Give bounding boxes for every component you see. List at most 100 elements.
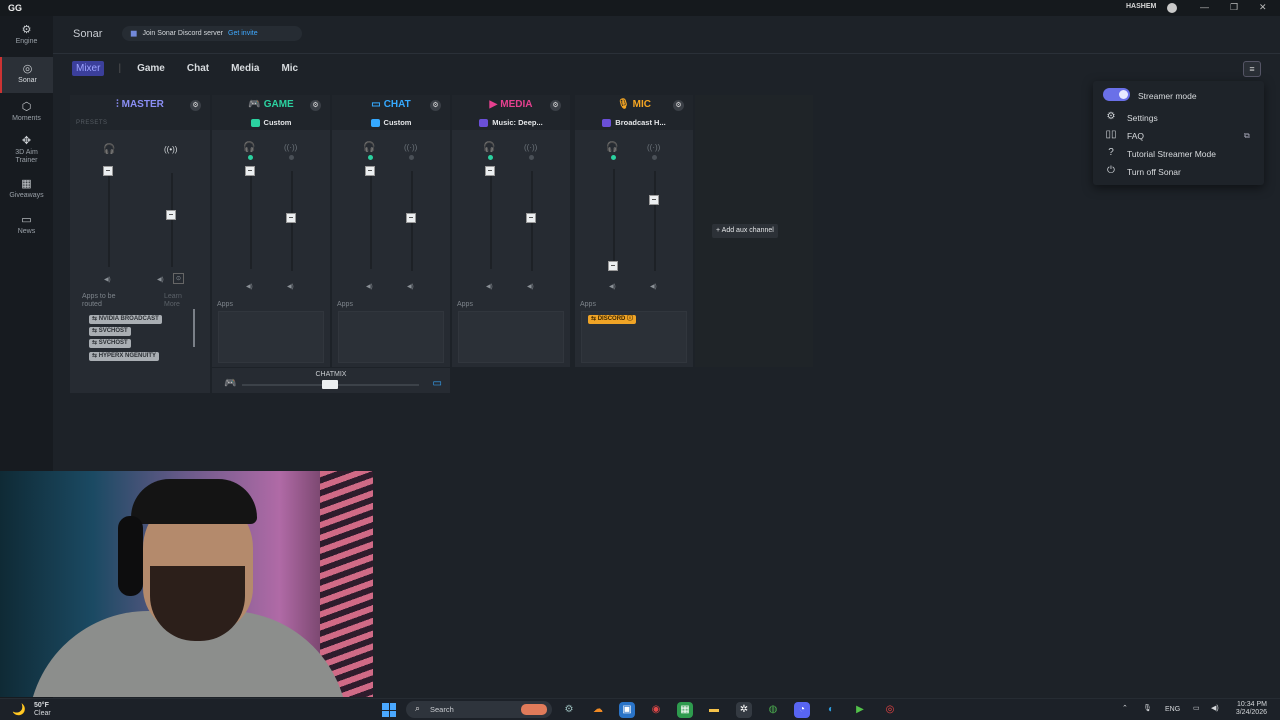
microphone-tray-icon[interactable]: 🎙	[1143, 704, 1152, 712]
apps-dropzone[interactable]	[218, 311, 324, 363]
excel-app-icon[interactable]: ▦	[677, 702, 693, 718]
master-headphone-slider[interactable]	[103, 166, 113, 176]
monitor-icon[interactable]: ⊙	[173, 273, 185, 284]
rail-item-engine[interactable]: ⚙ Engine	[0, 24, 53, 46]
chatmix-slider[interactable]	[322, 380, 338, 389]
headphones-icon[interactable]: 🎧	[606, 142, 618, 153]
start-button[interactable]	[382, 703, 396, 717]
add-aux-channel-button[interactable]: + Add aux channel	[712, 224, 778, 238]
mute-icon[interactable]: ◀)	[650, 283, 657, 290]
app-chip[interactable]: ⇆ SVCHOST	[89, 327, 131, 336]
app-chip[interactable]: ⇆ HYPERX NGENUITY	[89, 352, 160, 361]
rail-item-sonar[interactable]: ◎ Sonar	[0, 57, 53, 93]
menu-item-faq[interactable]: ▯▯ FAQ ⧉	[1093, 129, 1264, 143]
app-chip[interactable]: ⇆ SVCHOST	[89, 339, 131, 348]
mic-preset[interactable]: Broadcast H...	[575, 118, 693, 128]
discord-app-icon[interactable]: ◔	[794, 702, 810, 718]
chat-settings-icon[interactable]: ⚙	[430, 100, 441, 111]
master-settings-icon[interactable]: ⚙	[190, 100, 201, 111]
edge-app-icon[interactable]: ◐	[823, 702, 839, 718]
restore-icon[interactable]: ❐	[1230, 2, 1238, 13]
search-placeholder: Search	[430, 705, 454, 714]
headphones-icon[interactable]: 🎧	[363, 142, 375, 153]
opera-app-icon[interactable]: ◉	[648, 702, 664, 718]
media-preset[interactable]: Music: Deep...	[452, 118, 570, 128]
app-chip[interactable]: ⇆ NVIDIA BROADCAST	[89, 315, 162, 324]
tab-mixer[interactable]: Mixer	[72, 61, 105, 76]
controller-icon: 🎮	[224, 378, 237, 389]
game-settings-icon[interactable]: ⚙	[310, 100, 321, 111]
game-stream-slider[interactable]	[286, 213, 296, 223]
broadcast-icon[interactable]: ((·))	[404, 143, 417, 152]
game-headphone-slider[interactable]	[245, 166, 255, 176]
get-invite-link[interactable]: Get invite	[228, 30, 258, 37]
streamer-mode-toggle[interactable]	[1103, 88, 1130, 101]
avatar[interactable]	[1167, 3, 1177, 13]
discord-banner[interactable]: ◼ Join Sonar Discord server Get invite	[122, 26, 302, 41]
broadcast-icon[interactable]: ((·))	[524, 143, 537, 152]
chrome-app-icon[interactable]: ◍	[765, 702, 781, 718]
mute-icon[interactable]: ◀)	[407, 283, 414, 290]
learn-more-link[interactable]: Learn More	[164, 293, 194, 309]
rail-item-moments[interactable]: ⬡ Moments	[0, 101, 53, 123]
clock[interactable]: 10:34 PM 3/24/2026	[1225, 701, 1267, 717]
tab-media[interactable]: Media	[231, 63, 259, 74]
cloud-app-icon[interactable]: ☁	[590, 702, 606, 718]
mute-icon[interactable]: ◀)	[527, 283, 534, 290]
settings-app-icon[interactable]: ⚙	[561, 702, 577, 718]
broadcast-icon[interactable]: ((·))	[284, 143, 297, 152]
language-indicator[interactable]: ENG	[1165, 706, 1180, 713]
mute-icon[interactable]: ◀)	[246, 283, 253, 290]
apps-dropzone[interactable]	[458, 311, 564, 363]
taskbar-search[interactable]: ⌕ Search	[406, 701, 552, 718]
minimize-icon[interactable]: —	[1200, 2, 1209, 12]
mute-icon[interactable]: ◀)	[486, 283, 493, 290]
mic-headphone-slider[interactable]	[608, 261, 618, 271]
menu-item-settings[interactable]: ⚙ Settings	[1093, 111, 1264, 125]
headphones-icon[interactable]: 🎧	[103, 144, 115, 155]
mic-stream-slider[interactable]	[649, 195, 659, 205]
app-chip-discord[interactable]: ⇆ DISCORD ⓘ	[588, 315, 637, 324]
menu-button[interactable]: ≡	[1243, 61, 1261, 77]
apps-dropzone[interactable]	[338, 311, 444, 363]
mic-settings-icon[interactable]: ⚙	[673, 100, 684, 111]
mute-icon[interactable]: ◀)	[609, 283, 616, 290]
chat-stream-slider[interactable]	[406, 213, 416, 223]
rail-item-news[interactable]: ▭ News	[0, 214, 53, 236]
chat-headphone-slider[interactable]	[365, 166, 375, 176]
steelseries-app-icon[interactable]: ✲	[736, 702, 752, 718]
record-app-icon[interactable]: ◎	[882, 702, 898, 718]
apps-scrollbar[interactable]	[193, 309, 195, 347]
streamer-mode-toggle-row[interactable]: Streamer mode	[1093, 84, 1264, 106]
tray-overflow-icon[interactable]: ⌃	[1122, 704, 1128, 712]
rail-item-giveaways[interactable]: ▦ Giveaways	[0, 178, 53, 200]
mute-icon[interactable]: ◀)	[287, 283, 294, 290]
photos-app-icon[interactable]: ▣	[619, 702, 635, 718]
volume-icon[interactable]: ◀)	[1211, 704, 1219, 712]
tab-game[interactable]: Game	[137, 63, 165, 74]
chat-preset[interactable]: Custom	[332, 118, 450, 128]
menu-item-tutorial[interactable]: ? Tutorial Streamer Mode	[1093, 147, 1264, 161]
rail-item-aim-trainer[interactable]: ✥ 3D Aim Trainer	[0, 135, 53, 165]
network-icon[interactable]: ▭	[1193, 704, 1200, 712]
rail-label: 3D Aim Trainer	[15, 149, 38, 164]
mute-icon[interactable]: ◀)	[366, 283, 373, 290]
broadcast-icon[interactable]: ((·))	[647, 143, 660, 152]
play-app-icon[interactable]: ▶	[852, 702, 868, 718]
username[interactable]: HASHEM	[1126, 3, 1156, 10]
headphones-icon[interactable]: 🎧	[483, 142, 495, 153]
game-preset[interactable]: Custom	[212, 118, 330, 128]
broadcast-icon[interactable]: ((•))	[164, 145, 177, 154]
media-stream-slider[interactable]	[526, 213, 536, 223]
tab-chat[interactable]: Chat	[187, 63, 209, 74]
tab-mic[interactable]: Mic	[281, 63, 298, 74]
mute-icon[interactable]: ◀)	[104, 276, 111, 283]
master-stream-slider[interactable]	[166, 210, 176, 220]
media-settings-icon[interactable]: ⚙	[550, 100, 561, 111]
mute-icon[interactable]: ◀)	[157, 276, 164, 283]
file-explorer-icon[interactable]: ▬	[706, 702, 722, 718]
close-icon[interactable]: ✕	[1259, 2, 1267, 13]
headphones-icon[interactable]: 🎧	[243, 142, 255, 153]
media-headphone-slider[interactable]	[485, 166, 495, 176]
menu-item-turn-off[interactable]: ⏻ Turn off Sonar	[1093, 165, 1264, 179]
